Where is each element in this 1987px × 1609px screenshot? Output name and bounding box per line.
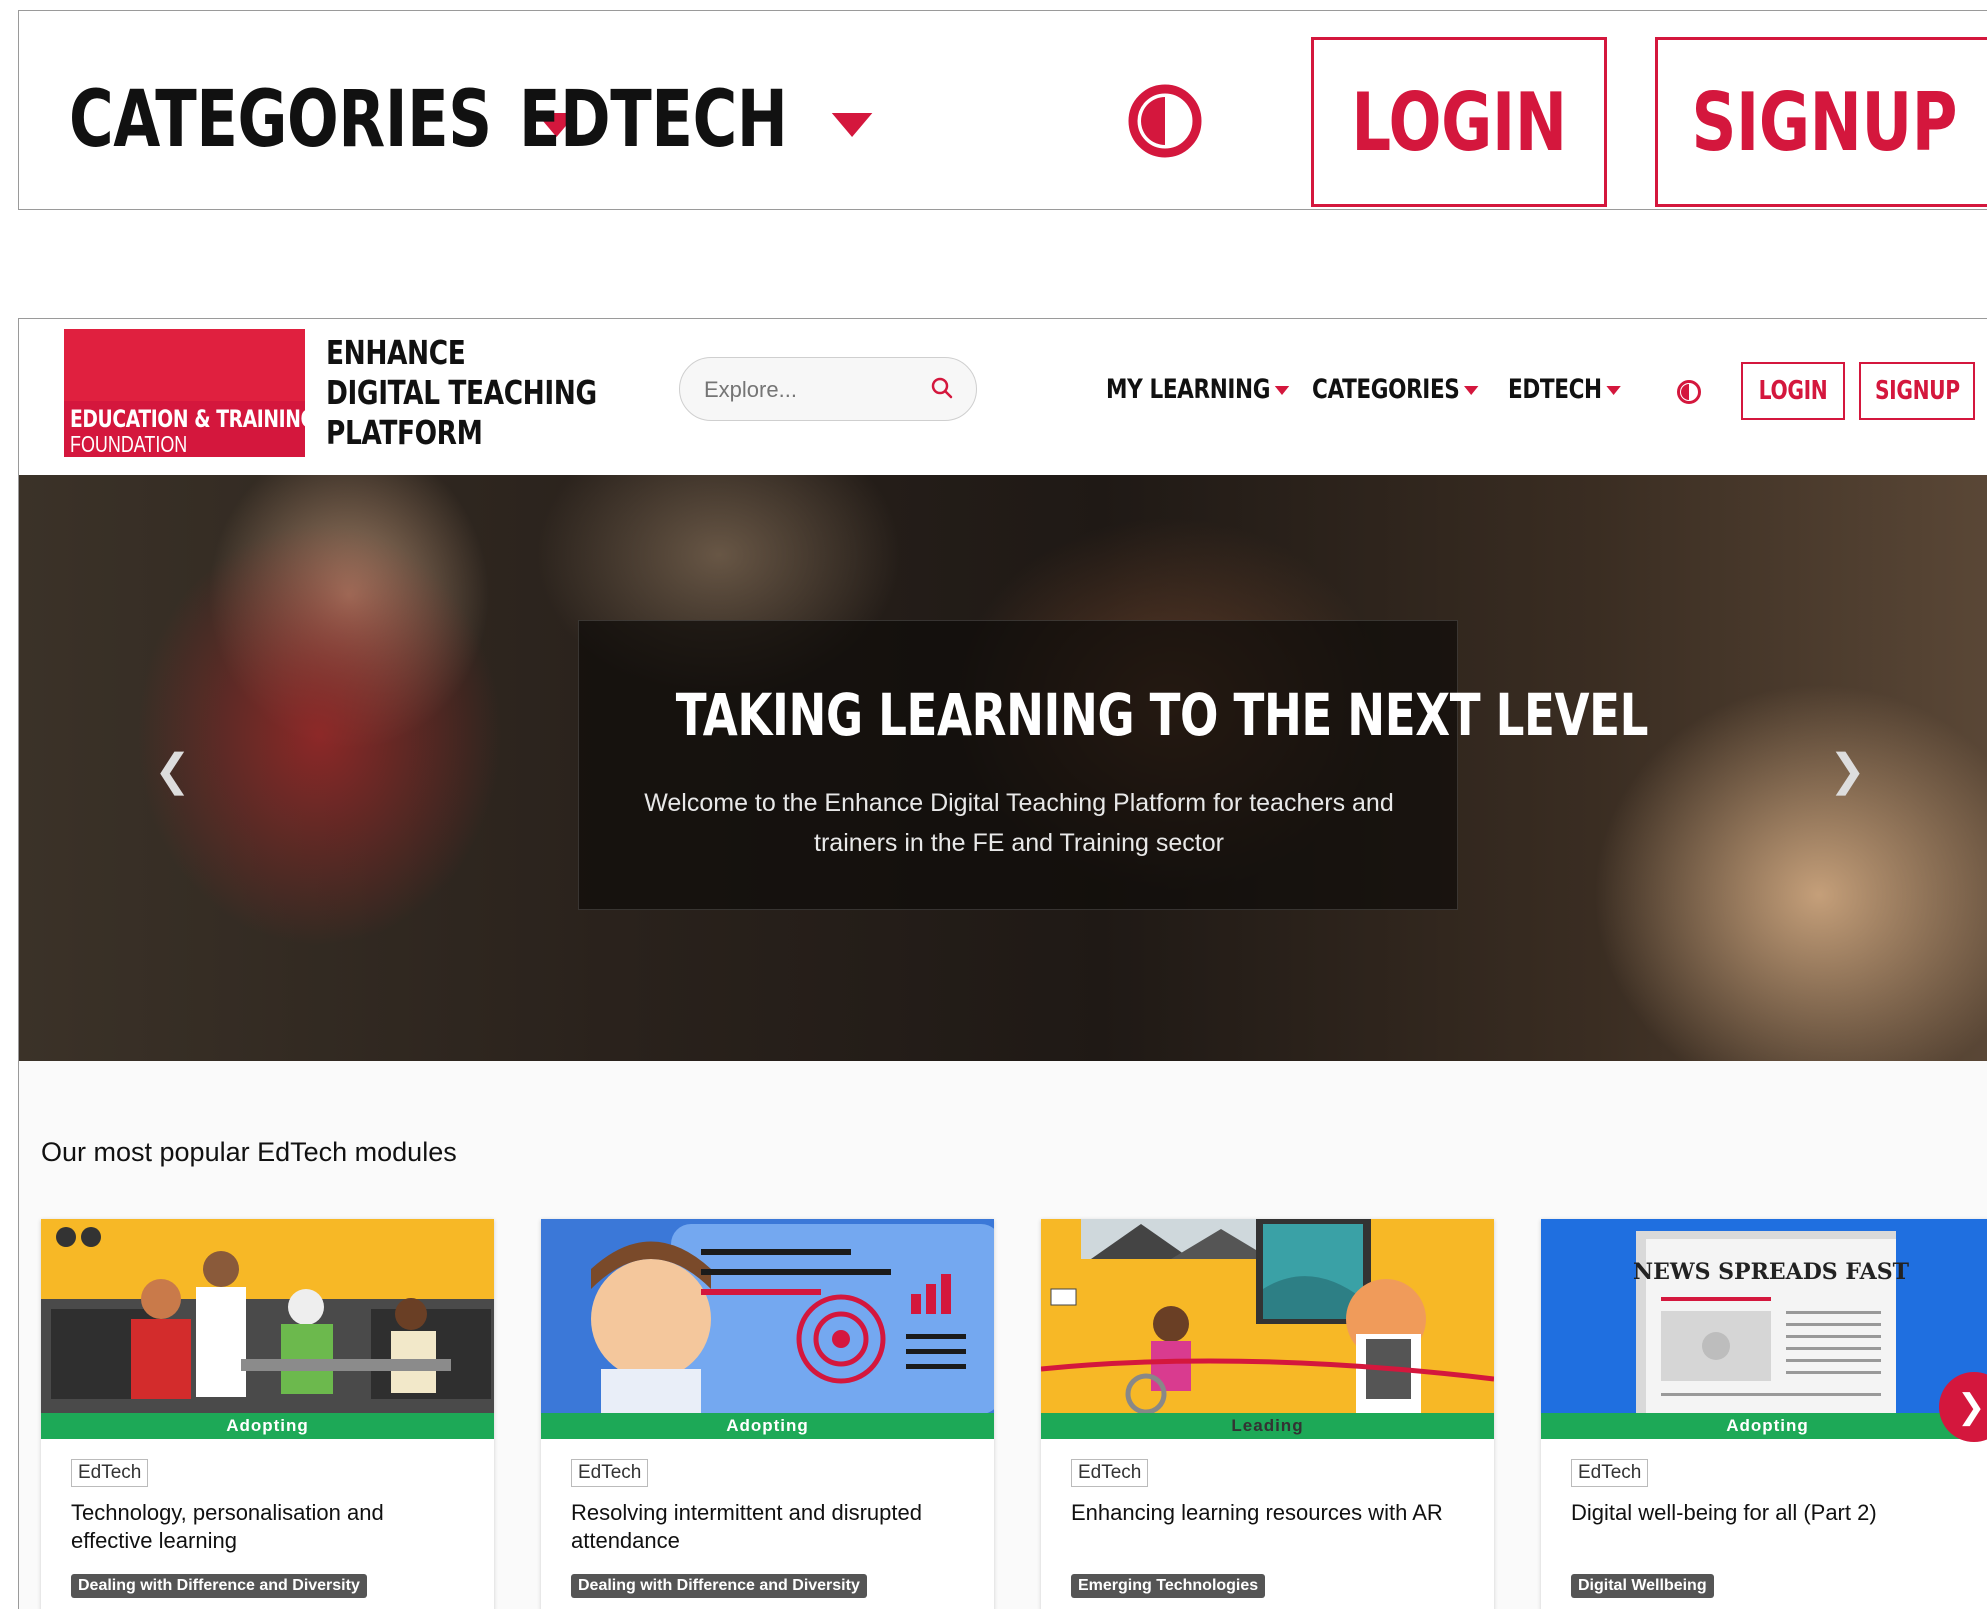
- chevron-down-icon: [1606, 386, 1621, 395]
- module-illustration: NEWS SPREADS FAST: [1541, 1219, 1987, 1413]
- chevron-down-icon: [831, 112, 873, 137]
- module-title[interactable]: Resolving intermittent and disrupted att…: [571, 1499, 971, 1555]
- subject-tag: EdTech: [571, 1459, 649, 1487]
- subject-tag: EdTech: [1571, 1459, 1649, 1487]
- contrast-icon[interactable]: [1127, 83, 1203, 159]
- zoom-edtech-menu[interactable]: EDTECH: [519, 75, 873, 165]
- hero-carousel: ❮ ❯ TAKING LEARNING TO THE NEXT LEVEL We…: [19, 475, 1987, 1061]
- hero-subtitle: Welcome to the Enhance Digital Teaching …: [644, 789, 1394, 857]
- subject-tag: EdTech: [1071, 1459, 1149, 1487]
- search-box: [679, 357, 977, 421]
- category-badge[interactable]: Dealing with Difference and Diversity: [571, 1574, 867, 1598]
- module-card[interactable]: Adopting EdTech Technology, personalisat…: [41, 1219, 494, 1609]
- zoom-categories-menu[interactable]: CATEGORIES: [69, 75, 577, 165]
- chevron-down-icon: [1464, 386, 1479, 395]
- signup-button[interactable]: SIGNUP: [1859, 362, 1975, 420]
- level-badge: Leading: [1041, 1413, 1494, 1439]
- category-badge[interactable]: Dealing with Difference and Diversity: [71, 1574, 367, 1598]
- hero-title: TAKING LEARNING TO THE NEXT LEVEL: [675, 681, 1649, 749]
- subject-tag: EdTech: [71, 1459, 149, 1487]
- module-title[interactable]: Technology, personalisation and effectiv…: [71, 1499, 471, 1555]
- logo-block: [64, 329, 305, 401]
- module-illustration: [541, 1219, 994, 1413]
- level-badge: Adopting: [41, 1413, 494, 1439]
- contrast-icon[interactable]: [1676, 379, 1702, 405]
- chevron-right-icon[interactable]: ❯: [1829, 745, 1866, 796]
- level-badge: Adopting: [1541, 1413, 1987, 1439]
- category-badge[interactable]: Emerging Technologies: [1071, 1574, 1266, 1598]
- logo-text-line1: EDUCATION & TRAINING: [70, 405, 316, 433]
- level-badge: Adopting: [541, 1413, 994, 1439]
- nav-edtech[interactable]: EDTECH: [1508, 374, 1621, 405]
- nav-my-learning[interactable]: MY LEARNING: [1106, 374, 1290, 405]
- module-illustration: [1041, 1219, 1494, 1413]
- module-card[interactable]: NEWS SPREADS FAST Adopting EdTech Digita…: [1541, 1219, 1987, 1609]
- chevron-right-icon: ❯: [1957, 1388, 1986, 1426]
- logo-text-line2: FOUNDATION: [70, 431, 188, 457]
- section-heading: Our most popular EdTech modules: [41, 1137, 457, 1167]
- module-illustration: [41, 1219, 494, 1413]
- module-title[interactable]: Digital well-being for all (Part 2): [1571, 1499, 1971, 1527]
- etf-logo[interactable]: EDUCATION & TRAINING FOUNDATION: [64, 329, 316, 457]
- module-title[interactable]: Enhancing learning resources with AR: [1071, 1499, 1471, 1527]
- site-frame: EDUCATION & TRAINING FOUNDATION ENHANCE …: [18, 318, 1987, 1609]
- zoom-signup-button[interactable]: SIGNUP: [1655, 37, 1987, 207]
- search-icon[interactable]: [930, 376, 954, 400]
- zoomed-header: CATEGORIES EDTECH LOGIN SIGNUP: [18, 10, 1987, 210]
- module-card[interactable]: Adopting EdTech Resolving intermittent a…: [541, 1219, 994, 1609]
- chevron-left-icon[interactable]: ❮: [154, 745, 191, 796]
- search-input[interactable]: [702, 372, 926, 408]
- newspaper-headline: NEWS SPREADS FAST: [1633, 1259, 1910, 1285]
- site-header: EDUCATION & TRAINING FOUNDATION ENHANCE …: [19, 319, 1987, 475]
- zoom-login-button[interactable]: LOGIN: [1311, 37, 1607, 207]
- chevron-down-icon: [1274, 386, 1290, 395]
- category-badge[interactable]: Digital Wellbeing: [1571, 1574, 1714, 1598]
- nav-categories[interactable]: CATEGORIES: [1312, 374, 1479, 405]
- platform-name: ENHANCE DIGITAL TEACHING PLATFORM: [326, 333, 597, 452]
- module-card[interactable]: Leading EdTech Enhancing learning resour…: [1041, 1219, 1494, 1609]
- login-button[interactable]: LOGIN: [1741, 362, 1845, 420]
- hero-caption: TAKING LEARNING TO THE NEXT LEVEL Welcom…: [578, 620, 1649, 910]
